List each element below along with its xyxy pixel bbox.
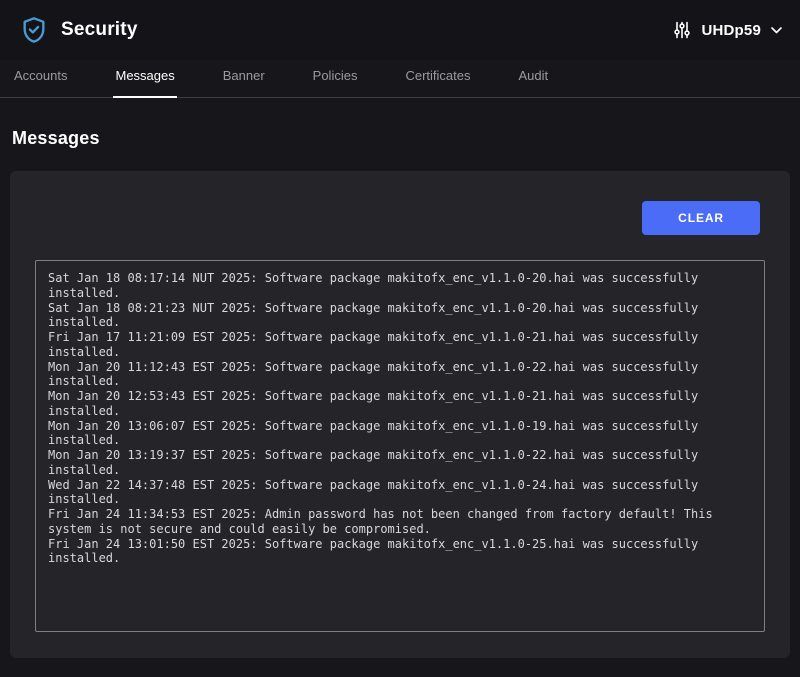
app-header: Security UHDp59 xyxy=(0,0,800,60)
log-line: Wed Jan 22 14:37:48 EST 2025: Software p… xyxy=(48,478,752,508)
tab-banner[interactable]: Banner xyxy=(221,62,267,98)
log-line: Fri Jan 17 11:21:09 EST 2025: Software p… xyxy=(48,330,752,360)
log-line: Mon Jan 20 11:12:43 EST 2025: Software p… xyxy=(48,360,752,390)
security-page: Security UHDp59 AccountsMessage xyxy=(0,0,800,658)
app-title: Security xyxy=(61,19,138,41)
sliders-icon xyxy=(673,21,691,39)
log-line: Sat Jan 18 08:17:14 NUT 2025: Software p… xyxy=(48,271,752,301)
shield-check-icon xyxy=(20,15,48,45)
messages-panel: CLEAR Sat Jan 18 08:17:14 NUT 2025: Soft… xyxy=(10,171,790,658)
tab-accounts[interactable]: Accounts xyxy=(12,62,69,98)
message-log[interactable]: Sat Jan 18 08:17:14 NUT 2025: Software p… xyxy=(35,260,765,632)
header-brand: Security xyxy=(20,15,138,45)
page-title: Messages xyxy=(12,128,788,149)
clear-button[interactable]: CLEAR xyxy=(642,201,760,235)
device-name: UHDp59 xyxy=(701,22,761,39)
log-line: Mon Jan 20 13:19:37 EST 2025: Software p… xyxy=(48,448,752,478)
tab-audit[interactable]: Audit xyxy=(516,62,550,98)
panel-toolbar: CLEAR xyxy=(35,201,765,235)
log-line: Fri Jan 24 11:34:53 EST 2025: Admin pass… xyxy=(48,507,752,537)
log-line: Fri Jan 24 13:01:50 EST 2025: Software p… xyxy=(48,537,752,567)
log-line: Mon Jan 20 13:06:07 EST 2025: Software p… xyxy=(48,419,752,449)
tab-messages[interactable]: Messages xyxy=(113,62,176,98)
tab-policies[interactable]: Policies xyxy=(311,62,360,98)
tab-certificates[interactable]: Certificates xyxy=(403,62,472,98)
tab-bar: Accounts Messages Banner Policies Certificat… xyxy=(0,62,800,98)
log-line: Mon Jan 20 12:53:43 EST 2025: Software p… xyxy=(48,389,752,419)
log-line: Sat Jan 18 08:21:23 NUT 2025: Software p… xyxy=(48,301,752,331)
chevron-down-icon xyxy=(771,27,782,34)
device-selector[interactable]: UHDp59 xyxy=(673,21,782,39)
